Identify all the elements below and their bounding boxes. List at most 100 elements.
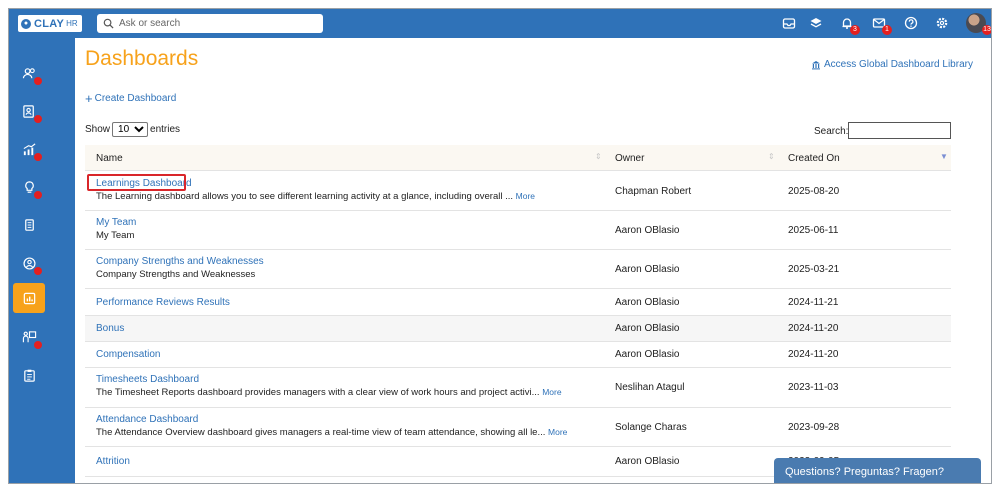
description-text: The Timesheet Reports dashboard provides… (96, 387, 540, 398)
sidebar-item-training[interactable] (13, 322, 45, 352)
sidebar-item-ideas[interactable] (13, 172, 45, 202)
owner-cell: Chapman Robert (615, 186, 692, 197)
table-row: Compensation Aaron OBlasio 2024-11-20 (85, 342, 951, 368)
table-search-label: Search: (814, 126, 849, 137)
entries-label: entries (150, 124, 181, 135)
dashboard-name-link[interactable]: My Team (96, 217, 136, 228)
sort-icon[interactable]: ⇕ (768, 152, 775, 161)
table-row: Learnings Dashboard The Learning dashboar… (85, 172, 951, 211)
dashboard-icon (23, 292, 35, 304)
search-icon (103, 18, 114, 29)
dashboard-description: Company Strengths and Weaknesses (96, 269, 255, 280)
sort-desc-icon[interactable]: ▼ (940, 152, 948, 161)
dashboard-name-link[interactable]: Company Strengths and Weaknesses (96, 256, 264, 267)
dashboard-description: The Attendance Overview dashboard gives … (96, 427, 567, 438)
logo-text: CLAY (34, 17, 65, 30)
dashboard-name-link[interactable]: Compensation (96, 349, 160, 360)
global-search-input[interactable] (119, 18, 309, 29)
sidebar-alert-dot (34, 267, 42, 275)
global-dashboard-library-link[interactable]: Access Global Dashboard Library (811, 59, 973, 70)
sidebar-item-clipboard[interactable] (13, 360, 45, 390)
entries-select[interactable]: 10 (112, 122, 149, 137)
logo-mark-icon: ● (21, 18, 31, 29)
dashboard-name-link[interactable]: Bonus (96, 323, 124, 334)
owner-cell: Aaron OBlasio (615, 323, 680, 334)
chat-label: Questions? Preguntas? Fragen? (785, 465, 944, 478)
notification-count-badge: 3 (850, 25, 860, 35)
documents-icon (24, 218, 34, 231)
table-row: Bonus Aaron OBlasio 2024-11-20 (85, 316, 951, 342)
created-on-cell: 2023-11-03 (788, 382, 839, 393)
table-search-input[interactable] (848, 122, 951, 139)
description-text: My Team (96, 230, 135, 241)
more-link[interactable]: More (548, 427, 567, 437)
user-avatar[interactable]: 13 (966, 13, 991, 35)
column-header-name[interactable]: Name (96, 153, 123, 164)
created-on-cell: 2023-09-28 (788, 422, 840, 433)
created-on-cell: 2025-06-11 (788, 225, 839, 236)
sidebar-alert-dot (34, 115, 42, 123)
created-on-cell: 2024-11-21 (788, 297, 839, 308)
page-title: Dashboards (85, 47, 199, 70)
app-window: ● CLAY HR 3 1 13 (8, 8, 992, 484)
layers-icon[interactable] (808, 15, 824, 31)
library-icon (812, 60, 820, 69)
dashboard-name-link[interactable]: Attrition (96, 456, 130, 467)
created-on-cell: 2025-08-20 (788, 186, 840, 197)
table-row: Performance Reviews Results Aaron OBlasio… (85, 289, 951, 316)
owner-cell: Solange Charas (615, 422, 687, 433)
owner-cell: Aaron OBlasio (615, 297, 680, 308)
dashboard-name-link[interactable]: Performance Reviews Results (96, 297, 230, 308)
dashboard-name-link[interactable]: Timesheets Dashboard (96, 374, 199, 385)
sidebar-item-id-card[interactable] (13, 96, 45, 126)
more-link[interactable]: More (542, 387, 561, 397)
sidebar-item-documents[interactable] (13, 210, 45, 240)
owner-cell: Aaron OBlasio (615, 264, 680, 275)
gear-icon[interactable] (934, 15, 950, 31)
bell-icon[interactable]: 3 (839, 15, 860, 35)
sidebar-alert-dot (34, 77, 42, 85)
dashboard-description: The Timesheet Reports dashboard provides… (96, 387, 562, 398)
created-on-cell: 2025-03-21 (788, 264, 840, 275)
description-text: The Learning dashboard allows you to see… (96, 191, 514, 202)
inbox-icon[interactable] (781, 15, 797, 31)
entries-length-control: Show 10 entries (85, 122, 180, 137)
table-row: Company Strengths and Weaknesses Company … (85, 250, 951, 289)
sidebar-item-profile[interactable] (13, 248, 45, 278)
table-row: My Team My Team Aaron OBlasio 2025-06-11 (85, 211, 951, 250)
sidebar-item-growth[interactable] (13, 134, 45, 164)
sidebar-item-people[interactable] (13, 58, 45, 88)
owner-cell: Aaron OBlasio (615, 225, 680, 236)
clipboard-icon (23, 369, 35, 382)
sort-icon[interactable]: ⇕ (595, 152, 602, 161)
column-header-owner[interactable]: Owner (615, 153, 644, 164)
description-text: The Attendance Overview dashboard gives … (96, 427, 546, 438)
sidebar-alert-dot (34, 191, 42, 199)
mail-count-badge: 1 (882, 25, 892, 35)
sidebar (9, 38, 75, 483)
owner-cell: Aaron OBlasio (615, 349, 680, 360)
sidebar-alert-dot (34, 153, 42, 161)
table-header: Name ⇕ Owner ⇕ Created On ▼ (85, 145, 951, 171)
create-dashboard-link[interactable]: + Create Dashboard (85, 90, 177, 106)
clayhr-logo[interactable]: ● CLAY HR (18, 15, 82, 32)
more-link[interactable]: More (516, 191, 535, 201)
highlight-box (87, 174, 186, 191)
show-label: Show (85, 124, 111, 135)
column-header-created[interactable]: Created On (788, 153, 840, 164)
created-on-cell: 2024-11-20 (788, 349, 839, 360)
create-dashboard-label: Create Dashboard (94, 93, 177, 104)
top-bar: ● CLAY HR 3 1 13 (9, 9, 991, 38)
plus-icon: + (85, 90, 93, 106)
dashboard-name-link[interactable]: Attendance Dashboard (96, 414, 198, 425)
sidebar-item-dashboards[interactable] (13, 283, 45, 313)
description-text: Company Strengths and Weaknesses (96, 269, 256, 280)
mail-icon[interactable]: 1 (871, 15, 892, 35)
created-on-cell: 2024-11-20 (788, 323, 839, 334)
dashboard-description: My Team (96, 230, 134, 241)
help-icon[interactable] (903, 15, 919, 31)
table-row: Timesheets Dashboard The Timesheet Report… (85, 368, 951, 408)
avatar-count-badge: 13 (982, 25, 991, 35)
help-chat-widget[interactable]: Questions? Preguntas? Fragen? (774, 458, 981, 483)
global-search[interactable] (97, 14, 323, 33)
